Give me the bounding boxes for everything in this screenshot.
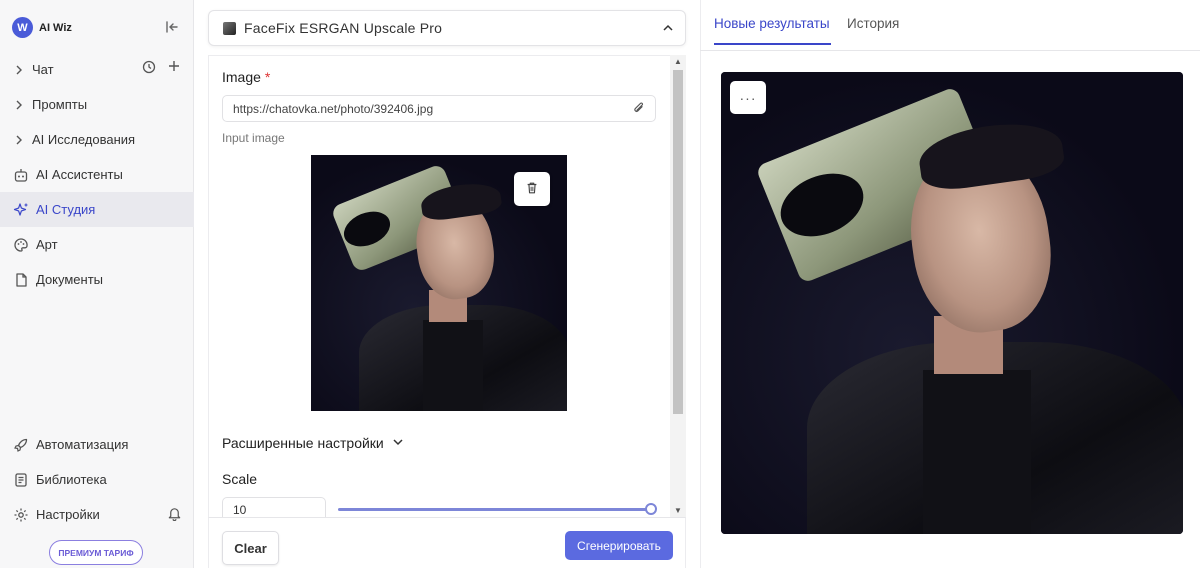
sidebar-item-label: Арт bbox=[36, 237, 58, 252]
sidebar-item-label: Документы bbox=[36, 272, 104, 287]
sidebar-item-label: AI Исследования bbox=[32, 132, 136, 147]
gear-icon bbox=[12, 506, 30, 524]
rocket-icon bbox=[12, 436, 30, 454]
sidebar-item-label: AI Ассистенты bbox=[36, 167, 123, 182]
sidebar-item-label: Автоматизация bbox=[36, 437, 129, 452]
new-chat-plus-icon[interactable] bbox=[168, 60, 180, 77]
brand-name: AI Wiz bbox=[39, 21, 72, 34]
scroll-thumb[interactable] bbox=[673, 70, 683, 414]
chevron-up-icon[interactable] bbox=[661, 21, 675, 38]
sidebar-item-ai-studio[interactable]: AI Студия bbox=[0, 192, 194, 227]
model-thumbnail bbox=[223, 21, 236, 35]
chevron-down-icon bbox=[392, 435, 404, 451]
model-name: FaceFix ESRGAN Upscale Pro bbox=[244, 20, 443, 36]
sidebar: W AI Wiz Чат Промпты AI Исследования AI … bbox=[0, 0, 194, 568]
sidebar-item-art[interactable]: Арт bbox=[0, 227, 194, 262]
scale-label: Scale bbox=[222, 471, 258, 487]
input-image-caption: Input image bbox=[222, 131, 285, 145]
sparkle-icon bbox=[12, 201, 30, 219]
sidebar-item-prompts[interactable]: Промпты bbox=[0, 87, 194, 122]
scale-slider-track[interactable] bbox=[338, 508, 652, 511]
chevron-right-icon bbox=[12, 135, 26, 145]
scroll-down-arrow-icon[interactable]: ▼ bbox=[674, 506, 682, 515]
palette-icon bbox=[12, 236, 30, 254]
premium-plan-button[interactable]: ПРЕМИУМ ТАРИФ bbox=[49, 540, 143, 565]
image-field-label: Image * bbox=[222, 69, 270, 85]
sidebar-item-automation[interactable]: Автоматизация bbox=[0, 427, 194, 462]
collapse-sidebar-icon[interactable] bbox=[164, 19, 180, 35]
sidebar-item-ai-research[interactable]: AI Исследования bbox=[0, 122, 194, 157]
sidebar-item-documents[interactable]: Документы bbox=[0, 262, 194, 297]
ellipsis-icon: ··· bbox=[739, 89, 757, 106]
paperclip-icon[interactable] bbox=[632, 101, 646, 118]
brand-logo-icon: W bbox=[12, 17, 33, 38]
delete-image-button[interactable] bbox=[514, 172, 550, 206]
advanced-settings-toggle[interactable]: Расширенные настройки bbox=[222, 435, 404, 451]
image-label-text: Image bbox=[222, 69, 261, 85]
clear-button[interactable]: Clear bbox=[222, 531, 279, 565]
library-icon bbox=[12, 471, 30, 489]
result-more-options-button[interactable]: ··· bbox=[730, 81, 766, 114]
bell-icon[interactable] bbox=[167, 506, 182, 524]
active-tab-underline bbox=[714, 43, 831, 45]
generate-button[interactable]: Сгенерировать bbox=[565, 531, 673, 560]
tab-history[interactable]: История bbox=[847, 16, 899, 31]
trash-icon bbox=[525, 181, 539, 198]
result-image[interactable] bbox=[721, 72, 1183, 534]
sidebar-item-library[interactable]: Библиотека bbox=[0, 462, 194, 497]
tab-new-results[interactable]: Новые результаты bbox=[714, 16, 830, 31]
form-scrollbar[interactable]: ▲ ▼ bbox=[670, 55, 686, 517]
scale-slider-knob[interactable] bbox=[645, 503, 657, 515]
advanced-settings-label: Расширенные настройки bbox=[222, 435, 384, 451]
sidebar-item-label: Чат bbox=[32, 62, 54, 77]
chevron-right-icon bbox=[12, 100, 26, 110]
model-select[interactable]: FaceFix ESRGAN Upscale Pro bbox=[208, 10, 686, 46]
sidebar-item-chat[interactable]: Чат bbox=[0, 52, 194, 87]
brand[interactable]: W AI Wiz bbox=[12, 17, 72, 38]
panel-divider bbox=[700, 0, 701, 568]
chevron-right-icon bbox=[12, 65, 26, 75]
sidebar-item-label: Библиотека bbox=[36, 472, 107, 487]
sidebar-item-label: AI Студия bbox=[36, 202, 96, 217]
history-clock-icon[interactable] bbox=[142, 60, 156, 77]
sidebar-item-label: Промпты bbox=[32, 97, 88, 112]
image-url-input[interactable]: https://chatovka.net/photo/392406.jpg bbox=[222, 95, 656, 122]
document-icon bbox=[12, 271, 30, 289]
sidebar-item-ai-assistants[interactable]: AI Ассистенты bbox=[0, 157, 194, 192]
sidebar-item-settings[interactable]: Настройки bbox=[0, 497, 194, 532]
scroll-up-arrow-icon[interactable]: ▲ bbox=[674, 57, 682, 66]
required-marker: * bbox=[264, 69, 271, 85]
sidebar-item-label: Настройки bbox=[36, 507, 100, 522]
robot-icon bbox=[12, 166, 30, 184]
